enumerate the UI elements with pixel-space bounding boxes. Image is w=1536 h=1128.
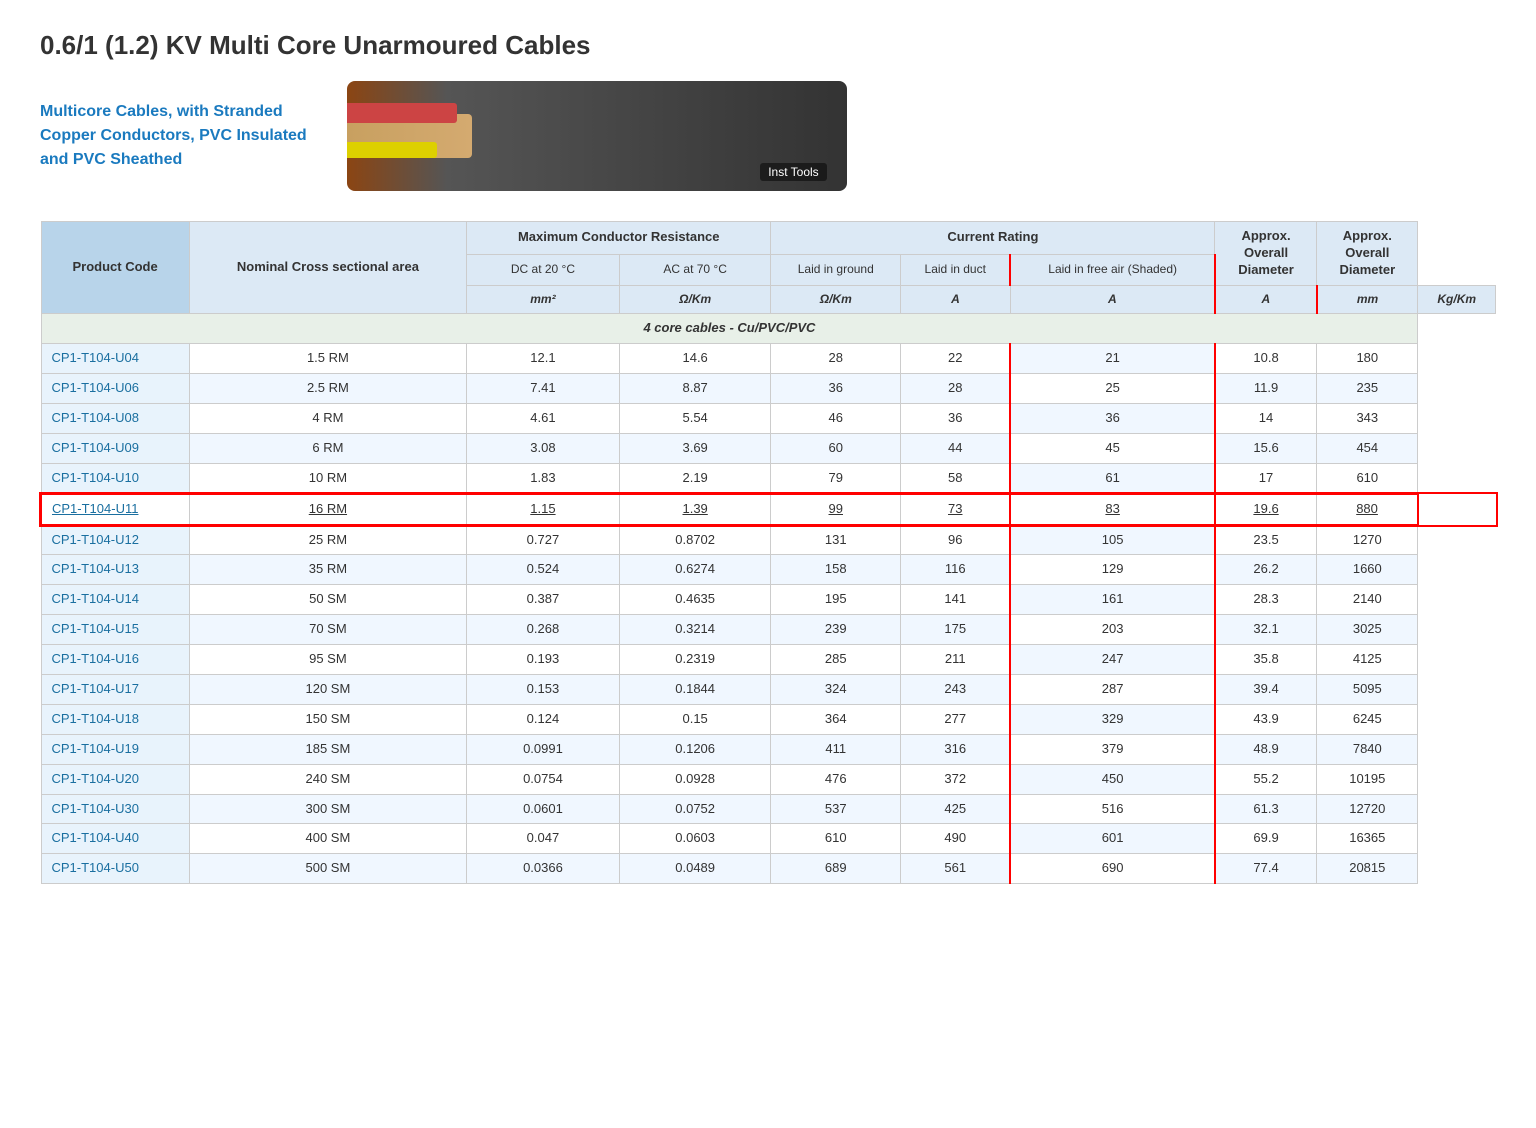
th-laid-ground: Laid in ground — [771, 254, 901, 285]
page-title: 0.6/1 (1.2) KV Multi Core Unarmoured Cab… — [40, 30, 1496, 61]
th-unit-diameter: mm — [1317, 285, 1418, 314]
th-unit-dc: Ω/Km — [619, 285, 771, 314]
th-approx-weight: Approx.OverallDiameter — [1317, 222, 1418, 286]
th-current-rating: Current Rating — [771, 222, 1215, 255]
table-row: CP1-T104-U18150 SM0.1240.1536427732943.9… — [41, 704, 1496, 734]
table-row: CP1-T104-U20240 SM0.07540.09284763724505… — [41, 764, 1496, 794]
table-row: CP1-T104-U30300 SM0.06010.07525374255166… — [41, 794, 1496, 824]
data-table: Product Code Nominal Cross sectional are… — [40, 221, 1496, 884]
th-ac: AC at 70 °C — [619, 254, 771, 285]
table-row: CP1-T104-U096 RM3.083.6960444515.6454 — [41, 433, 1496, 463]
table-row: CP1-T104-U40400 SM0.0470.060361049060169… — [41, 824, 1496, 854]
th-laid-duct: Laid in duct — [901, 254, 1011, 285]
th-unit-duct: A — [1010, 285, 1214, 314]
th-unit-nominal: mm² — [467, 285, 620, 314]
th-max-conductor: Maximum Conductor Resistance — [467, 222, 771, 255]
th-nominal: Nominal Cross sectional area — [189, 222, 466, 314]
th-unit-ac: Ω/Km — [771, 285, 901, 314]
table-row: CP1-T104-U1695 SM0.1930.231928521124735.… — [41, 645, 1496, 675]
table-row: CP1-T104-U1225 RM0.7270.87021319610523.5… — [41, 525, 1496, 555]
th-approx-diameter: Approx.OverallDiameter — [1215, 222, 1317, 286]
intro-text: Multicore Cables, with Stranded Copper C… — [40, 100, 307, 172]
th-laid-free: Laid in free air (Shaded) — [1010, 254, 1214, 285]
th-unit-ground: A — [901, 285, 1011, 314]
table-row: CP1-T104-U1570 SM0.2680.321423917520332.… — [41, 615, 1496, 645]
table-row: CP1-T104-U062.5 RM7.418.8736282511.9235 — [41, 374, 1496, 404]
table-row: CP1-T104-U50500 SM0.03660.04896895616907… — [41, 854, 1496, 884]
table-row: CP1-T104-U19185 SM0.09910.12064113163794… — [41, 734, 1496, 764]
th-unit-weight: Kg/Km — [1418, 285, 1496, 314]
th-product-code: Product Code — [41, 222, 189, 314]
th-unit-free: A — [1215, 285, 1317, 314]
table-row: CP1-T104-U17120 SM0.1530.184432424328739… — [41, 674, 1496, 704]
table-row: CP1-T104-U1450 SM0.3870.463519514116128.… — [41, 585, 1496, 615]
section-header-row: 4 core cables - Cu/PVC/PVC — [41, 314, 1496, 344]
table-row: CP1-T104-U1010 RM1.832.1979586117610 — [41, 463, 1496, 493]
table-row: CP1-T104-U084 RM4.615.5446363614343 — [41, 403, 1496, 433]
th-dc: DC at 20 °C — [467, 254, 620, 285]
cable-image: Inst Tools — [347, 81, 847, 191]
table-row: CP1-T104-U1116 RM1.151.3999738319.6880 — [41, 494, 1496, 525]
table-row: CP1-T104-U1335 RM0.5240.627415811612926.… — [41, 555, 1496, 585]
intro-section: Multicore Cables, with Stranded Copper C… — [40, 81, 1496, 191]
table-row: CP1-T104-U041.5 RM12.114.628222110.8180 — [41, 344, 1496, 374]
